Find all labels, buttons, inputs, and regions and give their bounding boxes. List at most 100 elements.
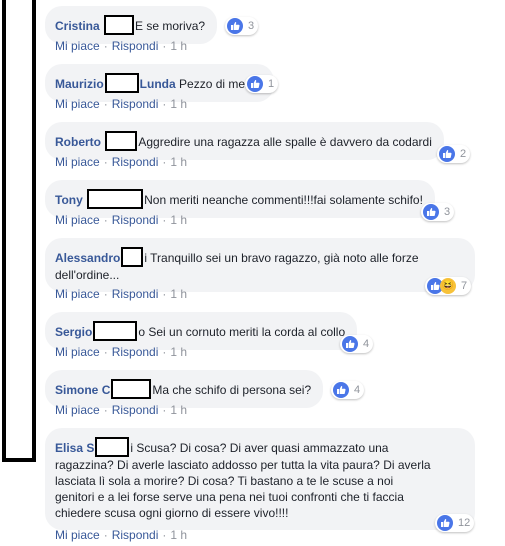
reply-link[interactable]: Rispondi [112,97,159,111]
comment-actions: Mi piace · Rispondi · 1 h [55,155,187,169]
separator: · [162,528,167,542]
separator: · [162,155,167,169]
comment-text: i Tranquillo sei un bravo ragazzo, già n… [144,251,419,265]
like-link[interactable]: Mi piace [55,97,100,111]
reaction-summary[interactable]: 2 [437,145,471,163]
redaction-box [104,73,139,93]
comment-author[interactable]: Sergio [55,325,92,339]
like-link[interactable]: Mi piace [55,345,100,359]
timestamp[interactable]: 1 h [170,97,187,111]
timestamp[interactable]: 1 h [170,287,187,301]
comment-text: Aggredire una ragazza alle spalle è davv… [138,135,432,149]
comment-text: Non meriti neanche commenti!!!fai solame… [144,193,423,207]
reply-link[interactable]: Rispondi [112,528,159,542]
comment-author-tail: o [138,325,146,339]
comment-text: Ma che schifo di persona sei? [152,383,312,397]
comment-actions: Mi piace · Rispondi · 1 h [55,528,187,542]
comment-author[interactable]: Elisa S [55,441,94,455]
comment-author[interactable]: Simone [55,383,98,397]
like-icon [423,204,439,220]
separator: · [162,287,167,301]
comment-author[interactable]: Alessandro [55,251,120,265]
separator: · [103,528,108,542]
reaction-count: 1 [268,78,275,90]
like-icon [439,146,455,162]
comment-bubble: Elisa S i Scusa? Di cosa? Di aver quasi a… [45,428,475,530]
reaction-count: 4 [354,384,361,396]
timestamp[interactable]: 1 h [170,403,187,417]
reaction-count: 3 [444,206,451,218]
reaction-count: 7 [461,280,468,292]
reaction-summary[interactable]: 4 [331,381,365,399]
reply-link[interactable]: Rispondi [112,213,159,227]
like-link[interactable]: Mi piace [55,155,100,169]
comment-author-tail[interactable]: Lunda [140,77,176,91]
reaction-summary[interactable]: 3 [225,17,259,35]
comment-text: ragazzina? Di averle lasciato addosso pe… [55,458,431,472]
like-link[interactable]: Mi piace [55,39,100,53]
separator: · [103,213,108,227]
reaction-summary[interactable]: 12 [435,514,475,532]
reaction-summary[interactable]: 4 [340,335,374,353]
comment-author[interactable]: Tony [55,193,83,207]
redaction-box [93,321,138,341]
separator: · [103,155,108,169]
separator: · [162,345,167,359]
timestamp[interactable]: 1 h [170,155,187,169]
redaction-box [95,437,130,457]
reaction-summary[interactable]: 1 [245,75,279,93]
redaction-box [111,379,152,399]
timestamp[interactable]: 1 h [170,213,187,227]
comment: Elisa S i Scusa? Di cosa? Di aver quasi a… [45,428,475,532]
reaction-summary[interactable]: 3 [421,203,455,221]
separator: · [103,97,108,111]
like-link[interactable]: Mi piace [55,213,100,227]
redaction-box [105,131,138,151]
comment-text: genitori e a lei forse serve una pena ne… [55,490,404,504]
comment-text: dell'ordine... [55,268,120,282]
timestamp[interactable]: 1 h [170,528,187,542]
reply-link[interactable]: Rispondi [112,287,159,301]
redaction-box [104,15,135,35]
separator: · [162,39,167,53]
reaction-count: 2 [460,148,467,160]
reaction-summary[interactable]: 😆 7 [425,277,472,295]
comment: Alessandro i Tranquillo sei un bravo raga… [45,238,475,295]
comment-actions: Mi piace · Rispondi · 1 h [55,97,187,111]
comment-author[interactable]: Roberto [55,135,101,149]
timestamp[interactable]: 1 h [170,39,187,53]
separator: · [162,403,167,417]
comment-author[interactable]: Maurizio [55,77,104,91]
reply-link[interactable]: Rispondi [112,403,159,417]
reply-link[interactable]: Rispondi [112,155,159,169]
like-icon [247,76,263,92]
comment-author[interactable]: Cristina [55,19,100,33]
like-icon [333,382,349,398]
like-link[interactable]: Mi piace [55,287,100,301]
separator: · [103,345,108,359]
haha-icon: 😆 [440,278,456,294]
like-link[interactable]: Mi piace [55,528,100,542]
comment-text: i Scusa? Di cosa? Di aver quasi ammazzat… [130,441,389,455]
reply-link[interactable]: Rispondi [112,345,159,359]
comment-author-tail[interactable]: C [102,383,111,397]
redaction-box [87,189,144,209]
separator: · [103,287,108,301]
redaction-frame [2,0,36,462]
reaction-count: 3 [248,20,255,32]
comment-bubble: Alessandro i Tranquillo sei un bravo raga… [45,238,475,292]
like-link[interactable]: Mi piace [55,403,100,417]
reply-link[interactable]: Rispondi [112,39,159,53]
reaction-count: 4 [363,338,370,350]
comment-actions: Mi piace · Rispondi · 1 h [55,403,187,417]
comment-actions: Mi piace · Rispondi · 1 h [55,287,187,301]
comment-text: E se moriva? [135,19,206,33]
separator: · [162,213,167,227]
comment-text: chiedere scusa ogni giorno di essere viv… [55,506,289,520]
timestamp[interactable]: 1 h [170,345,187,359]
comment-text: Sei un cornuto meriti la corda al collo [148,325,346,339]
comment-actions: Mi piace · Rispondi · 1 h [55,345,187,359]
separator: · [162,97,167,111]
like-icon [342,336,358,352]
like-icon [437,515,453,531]
